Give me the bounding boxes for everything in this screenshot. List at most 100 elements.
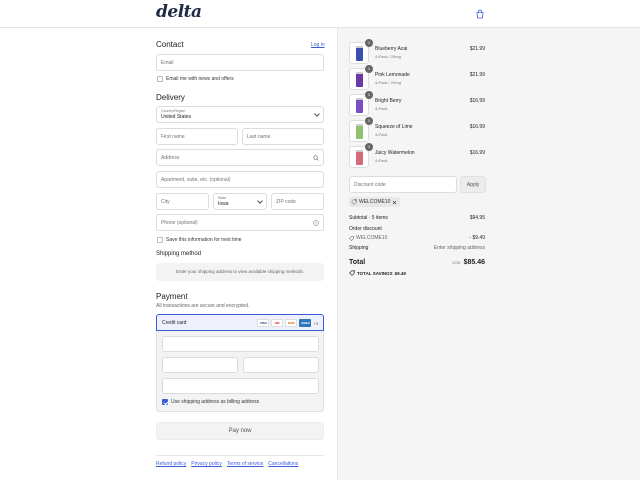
discover-icon: DISC [285,319,298,327]
shipping-method-note: Enter your shipping address to view avai… [156,263,324,281]
country-label: Country/Region [161,109,186,113]
refund-policy-link[interactable]: Refund policy [156,461,186,467]
credit-card-label: Credit card [162,320,187,326]
zip-placeholder: ZIP code [276,198,296,205]
security-code-field[interactable] [243,357,319,373]
tag-icon [349,235,354,241]
address-field[interactable]: Address [156,149,324,166]
payment-subtitle: All transactions are secure and encrypte… [156,303,250,309]
newsletter-label: Email me with news and offers [166,76,234,82]
subtotal-label: Subtotal · 5 items [349,215,388,221]
brand-logo[interactable]: delta [156,2,202,22]
tag-icon [351,199,357,205]
savings-value: $9.49 [394,270,406,276]
savings-row: TOTAL SAVINGS $9.49 [349,270,485,278]
quantity-badge: 1 [365,143,373,151]
product-variant: 4-Pack [375,158,388,163]
expiration-field[interactable] [162,357,238,373]
first-name-placeholder: First name [161,133,185,140]
discount-code-name: WELCOME10 [356,235,388,241]
footer-divider [156,455,324,456]
state-value: Iowa [218,201,229,207]
credit-card-option[interactable]: Credit card VISA MC DISC AMEX +3 [156,314,324,331]
save-info-checkbox[interactable] [157,237,163,243]
shipping-method-heading: Shipping method [156,251,202,257]
discount-code-field[interactable]: Discount code [349,176,457,193]
savings-item: TOTAL SAVINGS $9.49 [349,270,406,276]
order-discount-row: Order discount [349,226,485,234]
contact-heading: Contact [156,40,184,49]
apartment-field[interactable]: Apartment, suite, etc. (optional) [156,171,324,188]
order-discount-label: Order discount [349,226,382,232]
email-placeholder: Email [161,59,174,66]
close-icon[interactable] [392,200,397,205]
first-name-field[interactable]: First name [156,128,238,145]
privacy-policy-link[interactable]: Privacy policy [191,461,222,467]
product-variant: 4-Pack / 20mg [375,54,401,59]
product-can-image [356,150,363,165]
checkout-header: delta [0,0,640,28]
product-variant: 4-Pack / 20mg [375,80,401,85]
shipping-label: Shipping [349,245,369,251]
billing-address-checkbox[interactable] [162,399,168,405]
phone-field[interactable]: Phone (optional) ? [156,214,324,231]
product-can-image [356,124,363,139]
quantity-badge: 1 [365,117,373,125]
chevron-down-icon [314,110,320,117]
cancellations-link[interactable]: Cancellations [268,461,298,467]
login-link[interactable]: Log in [311,42,325,48]
country-select[interactable]: Country/Region United States [156,106,324,123]
cart-item: 1 Pink Lemonade 4-Pack / 20mg $21.99 [349,65,485,90]
product-price: $21.99 [469,72,485,78]
email-field[interactable]: Email [156,54,324,71]
shopping-bag-icon[interactable] [475,9,485,19]
product-name: Squeeze of Lime [375,124,413,130]
product-price: $16.99 [469,98,485,104]
pay-now-button[interactable]: Pay now [156,422,324,440]
billing-address-label: Use shipping address as billing address [171,399,260,405]
mastercard-icon: MC [271,319,284,327]
city-placeholder: City [161,198,170,205]
name-on-card-field[interactable] [162,378,319,394]
newsletter-checkbox[interactable] [157,76,163,82]
visa-icon: VISA [257,319,270,327]
product-price: $21.99 [469,46,485,52]
total-value: $85.46 [463,259,485,266]
state-select[interactable]: State Iowa [213,193,267,210]
product-variant: 4-Pack [375,132,388,137]
discount-value: - $9.49 [469,235,485,241]
cart-item: 1 Blueberry Acai 4-Pack / 20mg $21.99 [349,39,485,64]
city-field[interactable]: City [156,193,209,210]
product-price: $16.99 [469,150,485,156]
product-price: $16.99 [469,124,485,130]
terms-of-service-link[interactable]: Terms of service [227,461,263,467]
product-name: Bright Berry [375,98,402,104]
card-logos: VISA MC DISC AMEX +3 [257,319,318,327]
zip-field[interactable]: ZIP code [271,193,324,210]
last-name-field[interactable]: Last name [242,128,324,145]
card-number-field[interactable] [162,336,319,352]
discount-code-placeholder: Discount code [354,181,386,188]
total-label: Total [349,259,366,266]
product-name: Pink Lemonade [375,72,410,78]
shipping-row: Shipping Enter shipping address [349,245,485,253]
subtotal-row: Subtotal · 5 items $94.95 [349,215,485,223]
save-info-label: Save this information for next time [166,237,242,243]
cart-item: 1 Juicy Watermelon 4-Pack $16.99 [349,143,485,168]
product-can-image [356,72,363,87]
country-value: United States [161,114,192,120]
help-icon[interactable]: ? [313,220,319,226]
delivery-heading: Delivery [156,93,185,102]
currency-label: USD [452,260,461,265]
product-can-image [356,46,363,61]
apply-discount-button[interactable]: Apply [460,176,486,193]
product-name: Juicy Watermelon [375,150,415,156]
discount-code-item: WELCOME10 [349,235,387,241]
shipping-value: Enter shipping address [433,245,485,251]
last-name-placeholder: Last name [247,133,271,140]
search-icon [313,155,319,161]
chevron-down-icon [257,197,263,204]
tag-icon [349,270,355,276]
more-cards-label: +3 [313,320,318,326]
product-can-image [356,98,363,113]
